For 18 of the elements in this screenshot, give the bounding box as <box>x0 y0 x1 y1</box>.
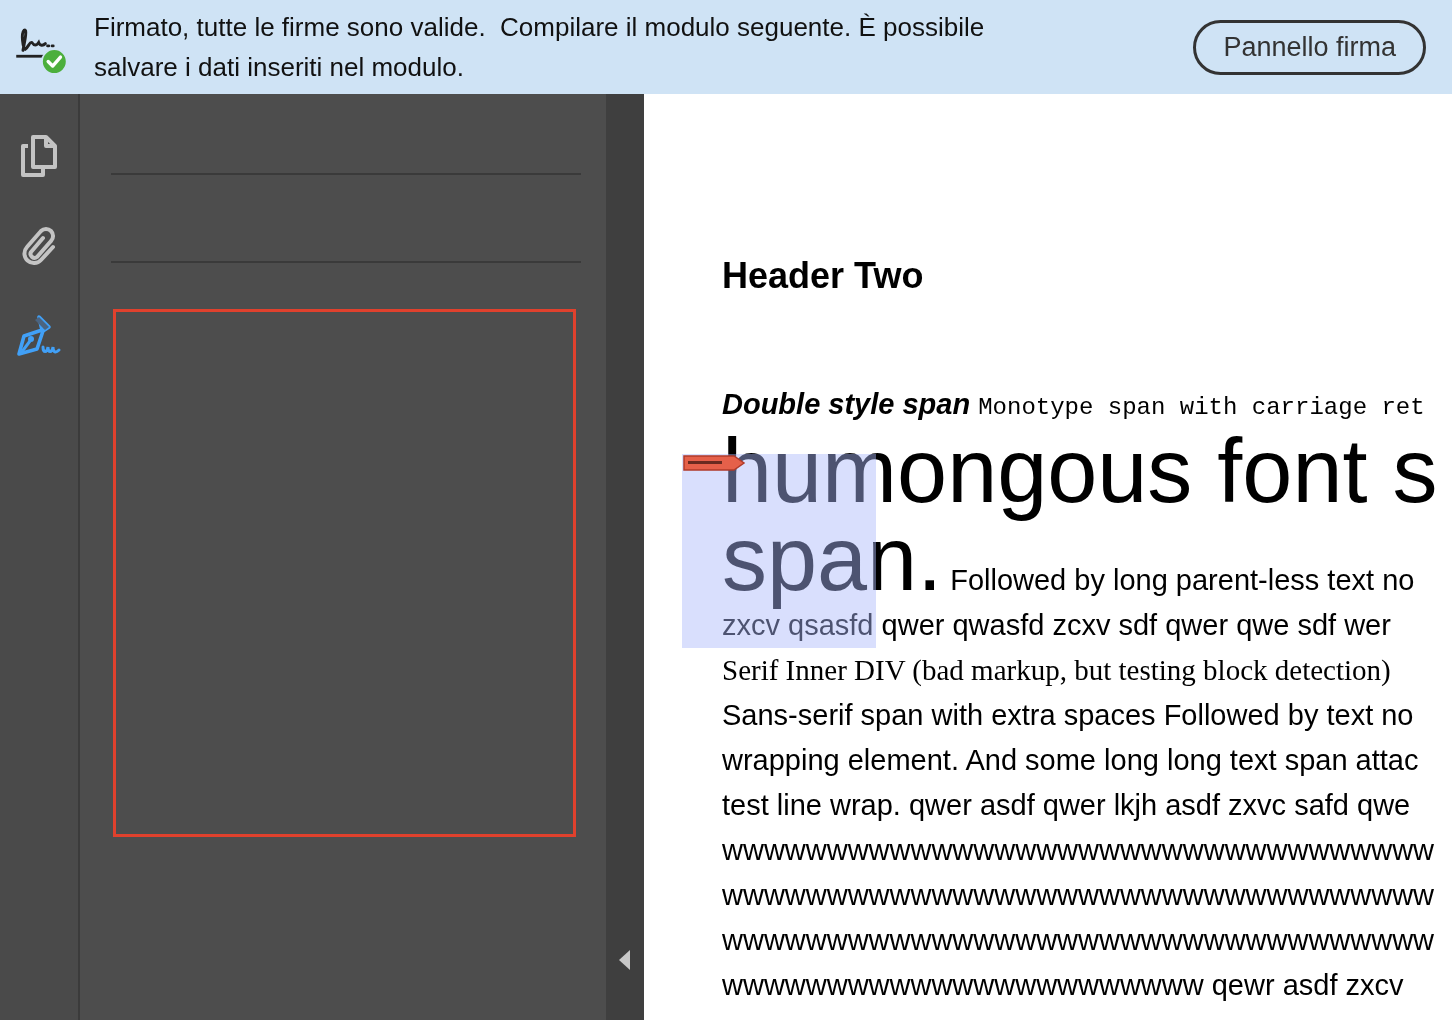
monospace-span: Monotype span with carriage ret <box>978 394 1425 421</box>
text-line: test line wrap. qwer asdf qwer lkjh asdf zxvc safd qwe <box>722 789 1411 821</box>
signature-panel-button[interactable]: Pannello firma <box>1193 19 1426 75</box>
signature-status-message: Firmato, tutte le firme sono valide. Compilare il modulo seguente. È possibile salvare i dati inseriti nel modulo. <box>94 11 986 84</box>
document-heading: Header Two <box>722 254 925 298</box>
pages-icon[interactable] <box>19 134 59 178</box>
text-line: zxcv qsasfd qwer qwasfd zcxv sdf qwer qwe sdf wer <box>722 609 1391 641</box>
text-line: wrapping element. And some long long text span attac <box>722 744 1419 776</box>
text-line: wwwwwwwwwwwwwwwwwwwwwww qewr asdf zxcv <box>722 969 1404 1001</box>
text-line: Sans-serif span with extra spaces Followed by text no <box>722 699 1414 731</box>
text-line: wwwwwwwwwwwwwwwwwwwwwwwwwwwwwwwwww <box>722 879 1435 911</box>
italic-span: Double style span <box>722 388 971 420</box>
text-line: wwwwwwwwwwwwwwwwwwwwwwwwwwwwwwwwww <box>722 834 1435 866</box>
text-line: wwwwwwwwwwwwwwwwwwwwwwwwwwwwwwwwww <box>722 924 1435 956</box>
text-line: Followed by long parent-less text no <box>950 564 1415 596</box>
collapse-panel-icon[interactable] <box>619 950 631 970</box>
serif-text: Serif Inner DIV (bad markup, but testing block detection) <box>722 654 1391 686</box>
pen-nib-icon[interactable] <box>15 314 63 358</box>
